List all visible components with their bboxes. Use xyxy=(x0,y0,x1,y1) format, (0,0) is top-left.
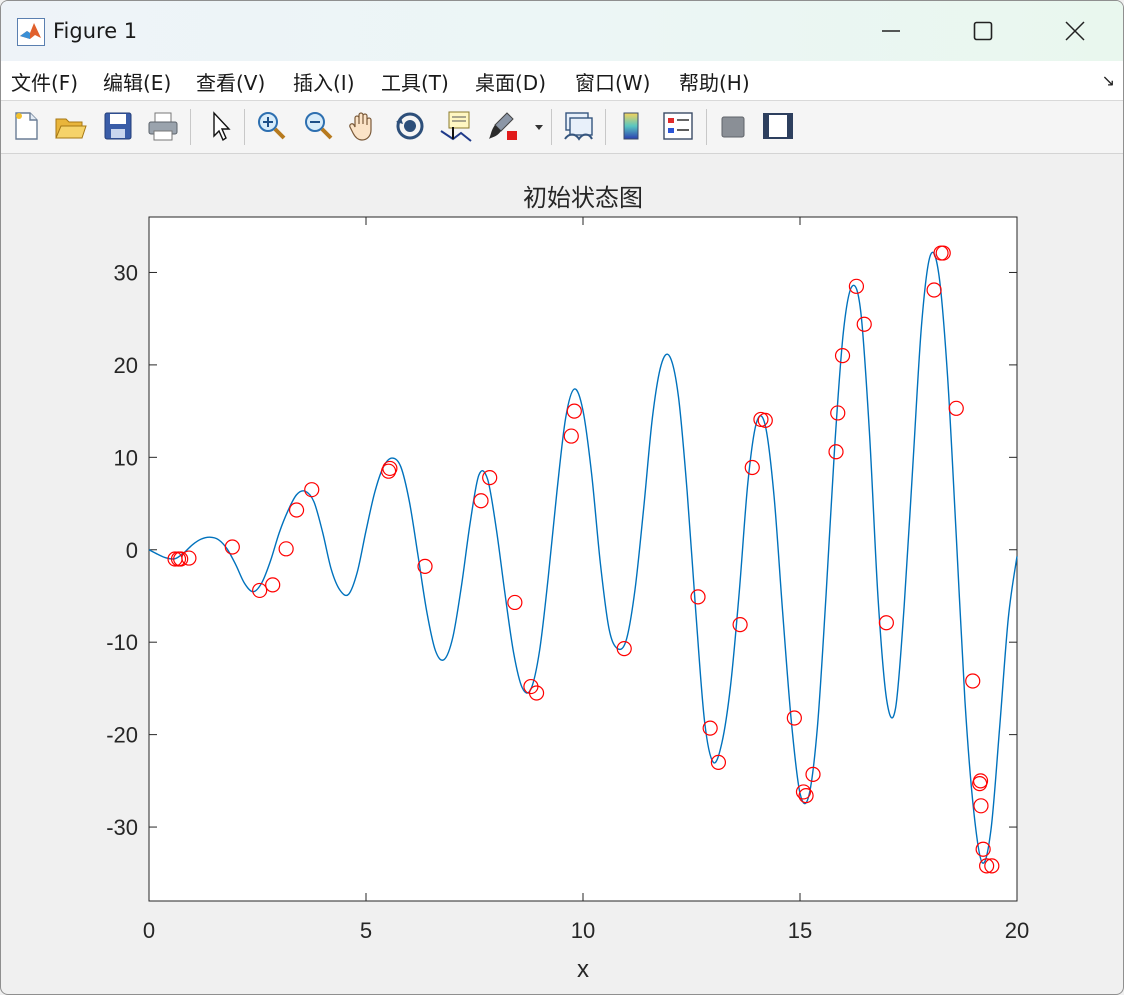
y-tick-label: 20 xyxy=(114,353,138,378)
toolbar-separator xyxy=(190,109,191,145)
x-tick-label: 20 xyxy=(1005,918,1029,943)
new-figure-icon[interactable] xyxy=(9,109,43,143)
y-tick-label: -30 xyxy=(106,815,138,840)
brush-icon[interactable] xyxy=(487,109,521,143)
figure-window: Figure 1 文件(F) 编辑(E) 查看(V) 插入(I) 工具(T) 桌… xyxy=(0,0,1124,995)
maximize-button[interactable] xyxy=(959,13,1007,49)
link-plot-icon[interactable] xyxy=(561,109,595,143)
pan-icon[interactable] xyxy=(346,109,380,143)
toolbar-separator xyxy=(706,109,707,145)
matlab-icon xyxy=(17,18,45,46)
show-plot-tools-icon[interactable] xyxy=(761,109,795,143)
x-tick-label: 5 xyxy=(360,918,372,943)
hide-plot-tools-icon[interactable] xyxy=(716,109,750,143)
menu-bar: 文件(F) 编辑(E) 查看(V) 插入(I) 工具(T) 桌面(D) 窗口(W… xyxy=(1,61,1123,101)
y-tick-label: -20 xyxy=(106,723,138,748)
x-tick-label: 0 xyxy=(143,918,155,943)
maximize-icon xyxy=(973,21,993,41)
data-cursor-icon[interactable] xyxy=(439,109,473,143)
toolbar-separator xyxy=(244,109,245,145)
title-bar: Figure 1 xyxy=(1,1,1123,61)
toolbar-separator xyxy=(605,109,606,145)
minimize-button[interactable] xyxy=(867,13,915,49)
y-tick-label: 30 xyxy=(114,260,138,285)
menu-window[interactable]: 窗口(W) xyxy=(575,67,650,96)
print-icon[interactable] xyxy=(146,109,180,143)
figure-toolbar xyxy=(1,101,1123,154)
toolbar-separator xyxy=(551,109,552,145)
menu-file[interactable]: 文件(F) xyxy=(11,67,78,96)
save-icon[interactable] xyxy=(101,109,135,143)
minimize-icon xyxy=(882,30,900,32)
y-tick-label: 0 xyxy=(126,538,138,563)
zoom-in-icon[interactable] xyxy=(254,109,288,143)
x-tick-label: 15 xyxy=(788,918,812,943)
menu-desktop[interactable]: 桌面(D) xyxy=(475,67,546,96)
dock-arrow-icon[interactable]: ↘ xyxy=(1102,71,1115,90)
chevron-down-icon[interactable] xyxy=(529,109,549,143)
chart-title: 初始状态图 xyxy=(523,184,643,212)
pointer-icon[interactable] xyxy=(203,109,237,143)
close-button[interactable] xyxy=(1051,13,1099,49)
x-tick-label: 10 xyxy=(571,918,595,943)
rotate-3d-icon[interactable] xyxy=(393,109,427,143)
menu-tools[interactable]: 工具(T) xyxy=(381,67,449,96)
menu-insert[interactable]: 插入(I) xyxy=(293,67,355,96)
figure-canvas: 初始状态图 0 5 10 15 20 -30 -20 -10 0 10 20 30 x xyxy=(1,154,1123,994)
menu-help[interactable]: 帮助(H) xyxy=(679,67,750,96)
y-tick-label: 10 xyxy=(114,445,138,470)
menu-view[interactable]: 查看(V) xyxy=(196,67,265,96)
y-tick-label: -10 xyxy=(106,630,138,655)
menu-edit[interactable]: 编辑(E) xyxy=(103,67,171,96)
legend-icon[interactable] xyxy=(661,109,695,143)
close-icon xyxy=(1065,21,1085,41)
plot-axes xyxy=(148,216,1018,902)
zoom-out-icon[interactable] xyxy=(301,109,335,143)
chart[interactable]: 初始状态图 0 5 10 15 20 -30 -20 -10 0 10 20 30 x xyxy=(1,154,1123,994)
colorbar-icon[interactable] xyxy=(615,109,649,143)
open-file-icon[interactable] xyxy=(53,109,87,143)
x-axis-label: x xyxy=(577,956,589,983)
window-title: Figure 1 xyxy=(53,19,138,43)
